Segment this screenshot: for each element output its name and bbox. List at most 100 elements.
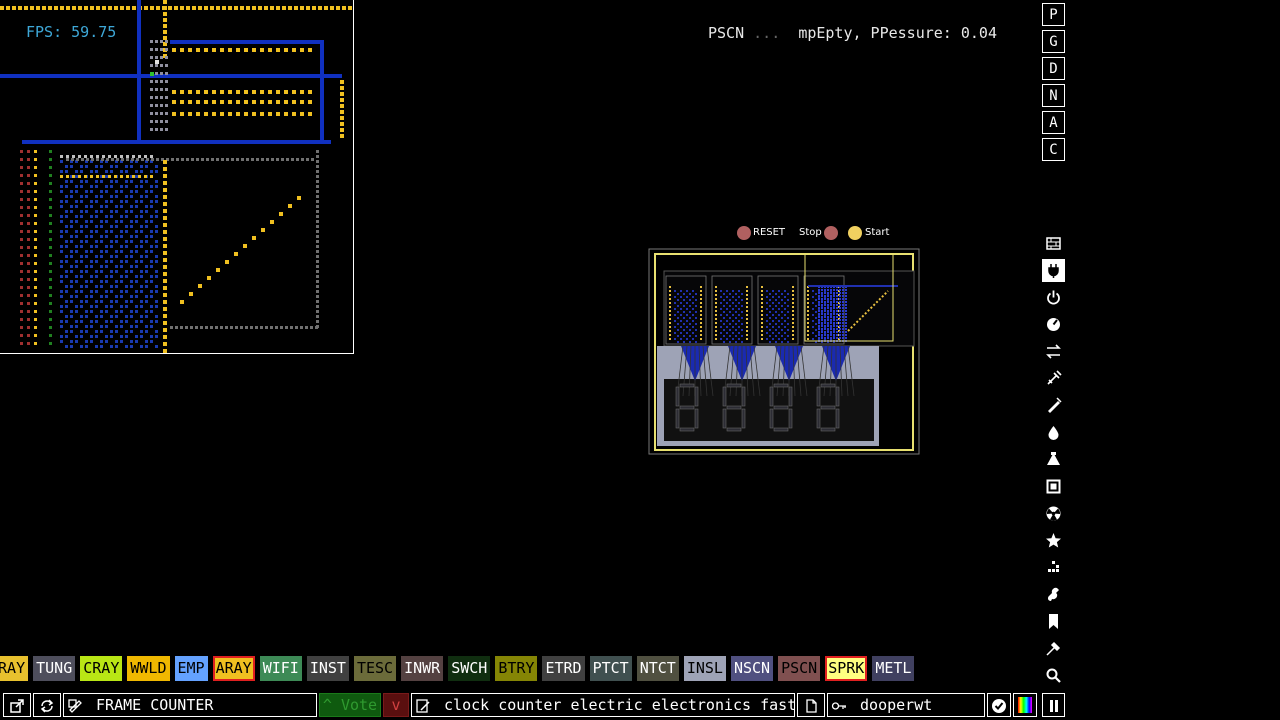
reload-button[interactable] <box>33 693 61 717</box>
settings-button[interactable] <box>987 693 1011 717</box>
reset-label: RESET <box>753 227 786 238</box>
tools-icon <box>1047 587 1059 601</box>
category-game-of-life[interactable] <box>1042 556 1065 579</box>
open-simulation-button[interactable] <box>3 693 31 717</box>
category-radioactive[interactable] <box>1042 502 1065 525</box>
stop-button[interactable] <box>824 226 838 240</box>
game-of-life-icon <box>1048 561 1059 572</box>
element-swch[interactable]: SWCH <box>448 656 491 681</box>
hud-info: PSCN ... mpEpty, PPessure: 0.04 <box>708 24 997 42</box>
category-decoration[interactable] <box>1042 637 1065 660</box>
new-document-icon <box>806 698 817 713</box>
powered-icon <box>1047 290 1060 305</box>
element-btry[interactable]: BTRY <box>495 656 538 681</box>
category-liquids[interactable] <box>1042 421 1065 444</box>
category-gases[interactable] <box>1042 394 1065 417</box>
vote-up-icon: ^ <box>322 696 332 714</box>
category-electronics[interactable] <box>1042 259 1065 282</box>
category-search[interactable] <box>1042 664 1065 687</box>
open-icon <box>10 698 24 713</box>
category-walls[interactable] <box>1042 232 1065 255</box>
zoom-window: FPS: 59.75 <box>0 0 354 354</box>
electronics-icon <box>1048 264 1059 278</box>
sensors-icon <box>1047 318 1060 331</box>
element-nscn[interactable]: NSCN <box>730 656 774 681</box>
category-force[interactable] <box>1042 340 1065 363</box>
category-powders[interactable] <box>1042 448 1065 471</box>
pause-button[interactable] <box>1042 693 1065 717</box>
category-solids[interactable] <box>1042 475 1065 498</box>
reload-icon <box>40 698 54 713</box>
element-pscn[interactable]: PSCN <box>778 656 821 681</box>
tag-edit-icon <box>416 698 430 713</box>
category-tools[interactable] <box>1042 583 1065 606</box>
decoration-icon <box>1046 641 1061 656</box>
vote-label: Vote <box>340 696 378 714</box>
menu-button-d[interactable]: D <box>1042 57 1065 80</box>
element-aray[interactable]: ARAY <box>0 656 29 681</box>
render-options-button[interactable] <box>1013 693 1037 717</box>
fps-counter: FPS: 59.75 <box>26 23 117 41</box>
color-spectrum-icon <box>1018 697 1032 713</box>
hud-element: PSCN <box>708 24 745 42</box>
bottom-bar: FRAME COUNTER ^ Vote v clock counter ele… <box>0 693 1280 718</box>
element-sprk[interactable]: SPRK <box>825 656 868 681</box>
element-tung[interactable]: TUNG <box>33 656 76 681</box>
menu-button-n[interactable]: N <box>1042 84 1065 107</box>
category-powered[interactable] <box>1042 286 1065 309</box>
menu-button-p[interactable]: P <box>1042 3 1065 26</box>
element-inst[interactable]: INST <box>306 656 349 681</box>
save-name-button[interactable]: FRAME COUNTER <box>63 693 317 717</box>
explosives-icon <box>1047 370 1062 385</box>
start-button[interactable] <box>848 226 862 240</box>
login-button[interactable]: dooperwt <box>827 693 985 717</box>
tags-text: clock counter electric electronics fast … <box>444 696 795 714</box>
zoom-canvas <box>0 0 352 353</box>
liquids-icon <box>1048 426 1059 440</box>
search-icon <box>1046 668 1061 683</box>
powders-icon <box>1047 452 1060 465</box>
menu-button-a[interactable]: A <box>1042 111 1065 134</box>
walls-icon <box>1046 237 1061 250</box>
element-cray[interactable]: CRAY <box>80 656 123 681</box>
username: dooperwt <box>860 696 933 714</box>
element-ptct[interactable]: PTCT <box>589 656 632 681</box>
element-bar: ARAYTUNGCRAYWWLDEMPARAYWIFIINSTTESCINWRS… <box>0 656 915 681</box>
element-inwr[interactable]: INWR <box>401 656 444 681</box>
element-wifi[interactable]: WIFI <box>259 656 302 681</box>
new-simulation-button[interactable] <box>797 693 825 717</box>
category-sensors[interactable] <box>1042 313 1065 336</box>
hud-pressure: mpEpty, PPessure: 0.04 <box>798 24 997 42</box>
element-metl[interactable]: METL <box>872 656 915 681</box>
element-emp[interactable]: EMP <box>174 656 208 681</box>
element-ntct[interactable]: NTCT <box>636 656 679 681</box>
element-aray[interactable]: ARAY <box>212 656 255 681</box>
element-tesc[interactable]: TESC <box>353 656 397 681</box>
save-name: FRAME COUNTER <box>96 696 214 714</box>
vote-down-button[interactable]: v <box>383 693 409 717</box>
hud-faded: ... <box>744 24 799 42</box>
solids-icon <box>1046 479 1061 494</box>
element-insl[interactable]: INSL <box>683 656 726 681</box>
menu-button-g[interactable]: G <box>1042 30 1065 53</box>
reset-button[interactable] <box>737 226 751 240</box>
checkmark-circle-icon <box>992 698 1006 713</box>
category-favorites[interactable] <box>1042 610 1065 633</box>
radioactive-icon <box>1046 506 1061 521</box>
vote-up-button[interactable]: ^ Vote <box>319 693 381 717</box>
vote-down-icon: v <box>391 696 401 714</box>
gases-icon <box>1048 397 1062 413</box>
pause-icon <box>1049 699 1058 712</box>
save-icon <box>68 698 82 713</box>
category-special[interactable] <box>1042 529 1065 552</box>
force-icon <box>1046 344 1061 359</box>
tags-button[interactable]: clock counter electric electronics fast … <box>411 693 795 717</box>
key-icon <box>831 701 846 710</box>
element-etrd[interactable]: ETRD <box>542 656 585 681</box>
favorites-icon <box>1049 614 1058 629</box>
element-wwld[interactable]: WWLD <box>127 656 170 681</box>
category-explosives[interactable] <box>1042 367 1065 390</box>
frame-counter-board <box>648 248 920 455</box>
special-icon <box>1046 533 1061 548</box>
menu-button-c[interactable]: C <box>1042 138 1065 161</box>
